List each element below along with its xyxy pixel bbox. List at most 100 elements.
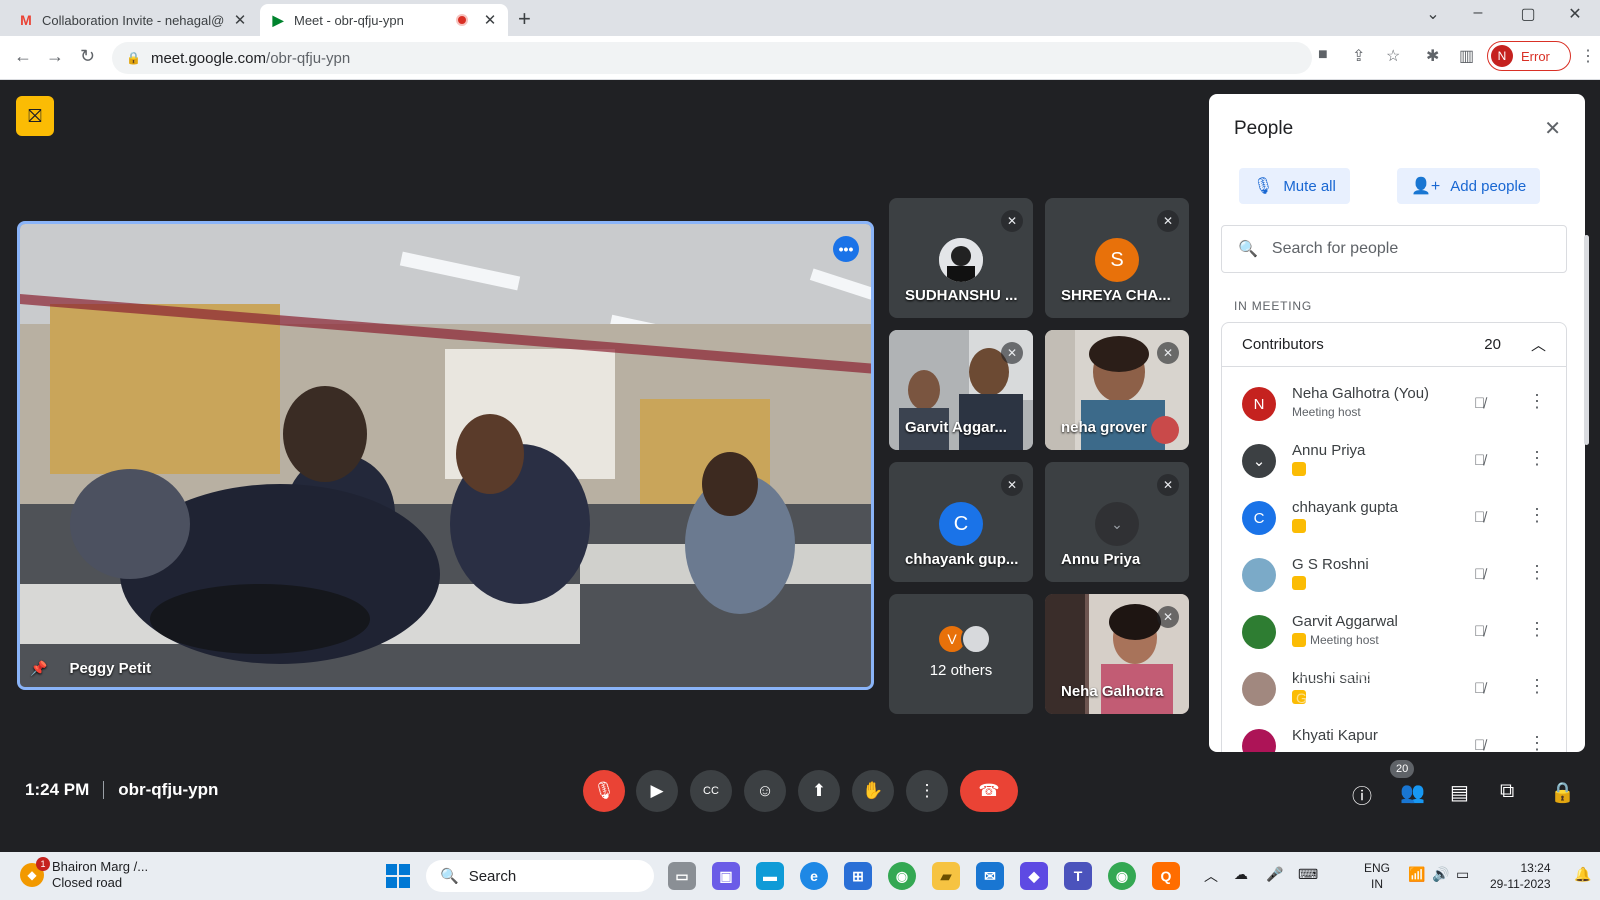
contributors-header[interactable]: Contributors 20 ︿ xyxy=(1222,323,1566,367)
host-controls-lock-icon[interactable]: 🔒 xyxy=(1550,780,1575,805)
weather-widget[interactable]: ◆ 1 Bhairon Marg /... Closed road xyxy=(20,857,148,891)
captions-button[interactable]: CC xyxy=(690,770,732,812)
new-tab-button[interactable]: + xyxy=(518,6,531,32)
forward-icon[interactable]: → xyxy=(46,46,64,67)
participant-name: neha grover xyxy=(1061,419,1147,436)
app-icon[interactable]: ◆ xyxy=(1020,862,1048,890)
battery-icon[interactable]: ▭ xyxy=(1456,866,1469,883)
minimize-button[interactable]: – xyxy=(1455,4,1501,22)
more-vert-icon[interactable]: ⋮ xyxy=(1528,619,1546,640)
bookmark-star-icon[interactable]: ☆ xyxy=(1386,46,1400,66)
more-vert-icon[interactable]: ⋮ xyxy=(1528,391,1546,412)
chat-icon[interactable]: ▤ xyxy=(1450,780,1469,805)
chat-app-icon[interactable]: ▣ xyxy=(712,862,740,890)
people-icon[interactable]: 👥 xyxy=(1400,780,1425,805)
camera-toggle-button[interactable]: ▶ xyxy=(636,770,678,812)
mic-off-icon: ✕ xyxy=(1001,342,1023,364)
chrome-icon[interactable]: ◉ xyxy=(888,862,916,890)
list-item[interactable]: G S Roshni 🎙̸ ⋮ xyxy=(1222,550,1568,607)
more-vert-icon[interactable]: ⋮ xyxy=(1528,448,1546,469)
pinned-video-tile[interactable]: ••• 📌 Peggy Petit xyxy=(17,221,874,690)
participant-tile[interactable]: ✕ neha grover xyxy=(1045,330,1189,450)
close-window-button[interactable]: ✕ xyxy=(1552,4,1598,24)
tile-more-options-icon[interactable]: ••• xyxy=(833,236,859,262)
list-item[interactable]: ⌄ Annu Priya 🎙̸ ⋮ xyxy=(1222,436,1568,493)
raise-hand-button[interactable]: ✋ xyxy=(852,770,894,812)
file-explorer-icon[interactable]: ▰ xyxy=(932,862,960,890)
person-role: Meeting host xyxy=(1292,633,1379,647)
close-icon[interactable]: ✕ xyxy=(1544,116,1561,141)
panel-scrollbar[interactable] xyxy=(1584,235,1589,445)
present-button[interactable]: ⬆ xyxy=(798,770,840,812)
person-role: Meeting host xyxy=(1292,405,1361,419)
activities-icon[interactable]: ⧉ xyxy=(1500,780,1514,803)
meeting-details-icon[interactable]: ⓘ xyxy=(1352,780,1372,809)
host-controls-icon[interactable]: ⛝ xyxy=(16,96,54,136)
teams-icon[interactable]: T xyxy=(1064,862,1092,890)
onedrive-icon[interactable]: ☁ xyxy=(1234,866,1248,883)
add-people-button[interactable]: 👤+ Add people xyxy=(1397,168,1541,204)
wifi-icon[interactable]: 📶 xyxy=(1408,866,1425,883)
add-people-label: Add people xyxy=(1450,177,1527,195)
mail-icon[interactable]: ✉ xyxy=(976,862,1004,890)
leave-call-button[interactable]: ☎ xyxy=(960,770,1018,812)
taskbar-search[interactable]: 🔍 Search xyxy=(426,860,654,892)
mic-icon[interactable]: 🎤 xyxy=(1266,866,1283,883)
tab-search-icon[interactable]: ⌄ xyxy=(1410,4,1456,24)
chrome-profile-icon[interactable]: ◉ xyxy=(1108,862,1136,890)
notification-bell-icon[interactable]: 🔔 xyxy=(1574,866,1591,883)
mic-toggle-button[interactable]: 🎙 xyxy=(583,770,625,812)
participant-tile[interactable]: ⌄ ✕ Annu Priya xyxy=(1045,462,1189,582)
extensions-icon[interactable]: ✱ xyxy=(1426,46,1439,66)
person-name: Garvit Aggarwal xyxy=(1292,613,1398,630)
back-icon[interactable]: ← xyxy=(14,46,32,67)
others-tile[interactable]: V 12 others xyxy=(889,594,1033,714)
participant-tile[interactable]: C ✕ chhayank gup... xyxy=(889,462,1033,582)
keyboard-icon[interactable]: ⌨ xyxy=(1298,866,1318,883)
participant-name: SHREYA CHA... xyxy=(1061,287,1171,304)
participant-tile[interactable]: ✕ SUDHANSHU ... xyxy=(889,198,1033,318)
task-view-icon[interactable]: ▭ xyxy=(668,862,696,890)
list-item[interactable]: Khyati Kapur 🎙̸ ⋮ xyxy=(1222,721,1568,752)
list-item[interactable]: N Neha Galhotra (You) Meeting host 🎙̸ ⋮ xyxy=(1222,379,1568,436)
more-vert-icon[interactable]: ⋮ xyxy=(1528,733,1546,752)
close-tab-icon[interactable]: ✕ xyxy=(482,11,498,29)
more-vert-icon[interactable]: ⋮ xyxy=(1528,676,1546,697)
participant-name: chhayank gup... xyxy=(905,551,1019,568)
list-item[interactable]: C chhayank gupta 🎙̸ ⋮ xyxy=(1222,493,1568,550)
browser-menu-icon[interactable]: ⋮ xyxy=(1580,46,1596,66)
participant-tile[interactable]: ✕ Garvit Aggar... xyxy=(889,330,1033,450)
search-input[interactable]: 🔍 Search for people xyxy=(1221,225,1567,273)
q-app-icon[interactable]: Q xyxy=(1152,862,1180,890)
screen-app-icon[interactable]: ▬ xyxy=(756,862,784,890)
tab-gmail[interactable]: M Collaboration Invite - nehagal@ ✕ xyxy=(8,4,258,36)
language-indicator[interactable]: ENG IN xyxy=(1364,860,1390,892)
share-icon[interactable]: ⇪ xyxy=(1352,46,1365,66)
url-field[interactable]: 🔒 meet.google.com/obr-qfju-ypn xyxy=(112,42,1312,74)
tab-meet[interactable]: ▶ Meet - obr-qfju-ypn ✕ xyxy=(260,4,508,36)
camera-icon[interactable]: ■ xyxy=(1318,46,1328,64)
volume-icon[interactable]: 🔊 xyxy=(1432,866,1449,883)
tray-chevron-icon[interactable]: ︿ xyxy=(1204,866,1218,886)
edge-icon[interactable]: e xyxy=(800,862,828,890)
store-icon[interactable]: ⊞ xyxy=(844,862,872,890)
reactions-button[interactable]: ☺ xyxy=(744,770,786,812)
self-tile[interactable]: ✕ Neha Galhotra xyxy=(1045,594,1189,714)
clock[interactable]: 13:24 29-11-2023 xyxy=(1490,860,1551,892)
more-vert-icon[interactable]: ⋮ xyxy=(1528,505,1546,526)
windows-logo-icon xyxy=(399,864,410,875)
mute-all-button[interactable]: 🎙 Mute all xyxy=(1239,168,1350,204)
reload-icon[interactable]: ↻ xyxy=(80,46,95,67)
start-button[interactable] xyxy=(386,864,410,888)
close-tab-icon[interactable]: ✕ xyxy=(232,11,248,29)
person-role xyxy=(1292,462,1310,476)
profile-button[interactable]: N Error xyxy=(1487,41,1571,71)
avatar: ⌄ xyxy=(1095,502,1139,546)
maximize-button[interactable]: ▢ xyxy=(1505,4,1551,24)
more-options-button[interactable]: ⋮ xyxy=(906,770,948,812)
list-item[interactable]: Garvit Aggarwal Meeting host 🎙̸ ⋮ xyxy=(1222,607,1568,664)
more-vert-icon: ⋮ xyxy=(918,781,936,800)
side-panel-icon[interactable]: ▥ xyxy=(1459,46,1474,66)
participant-tile[interactable]: S ✕ SHREYA CHA... xyxy=(1045,198,1189,318)
more-vert-icon[interactable]: ⋮ xyxy=(1528,562,1546,583)
